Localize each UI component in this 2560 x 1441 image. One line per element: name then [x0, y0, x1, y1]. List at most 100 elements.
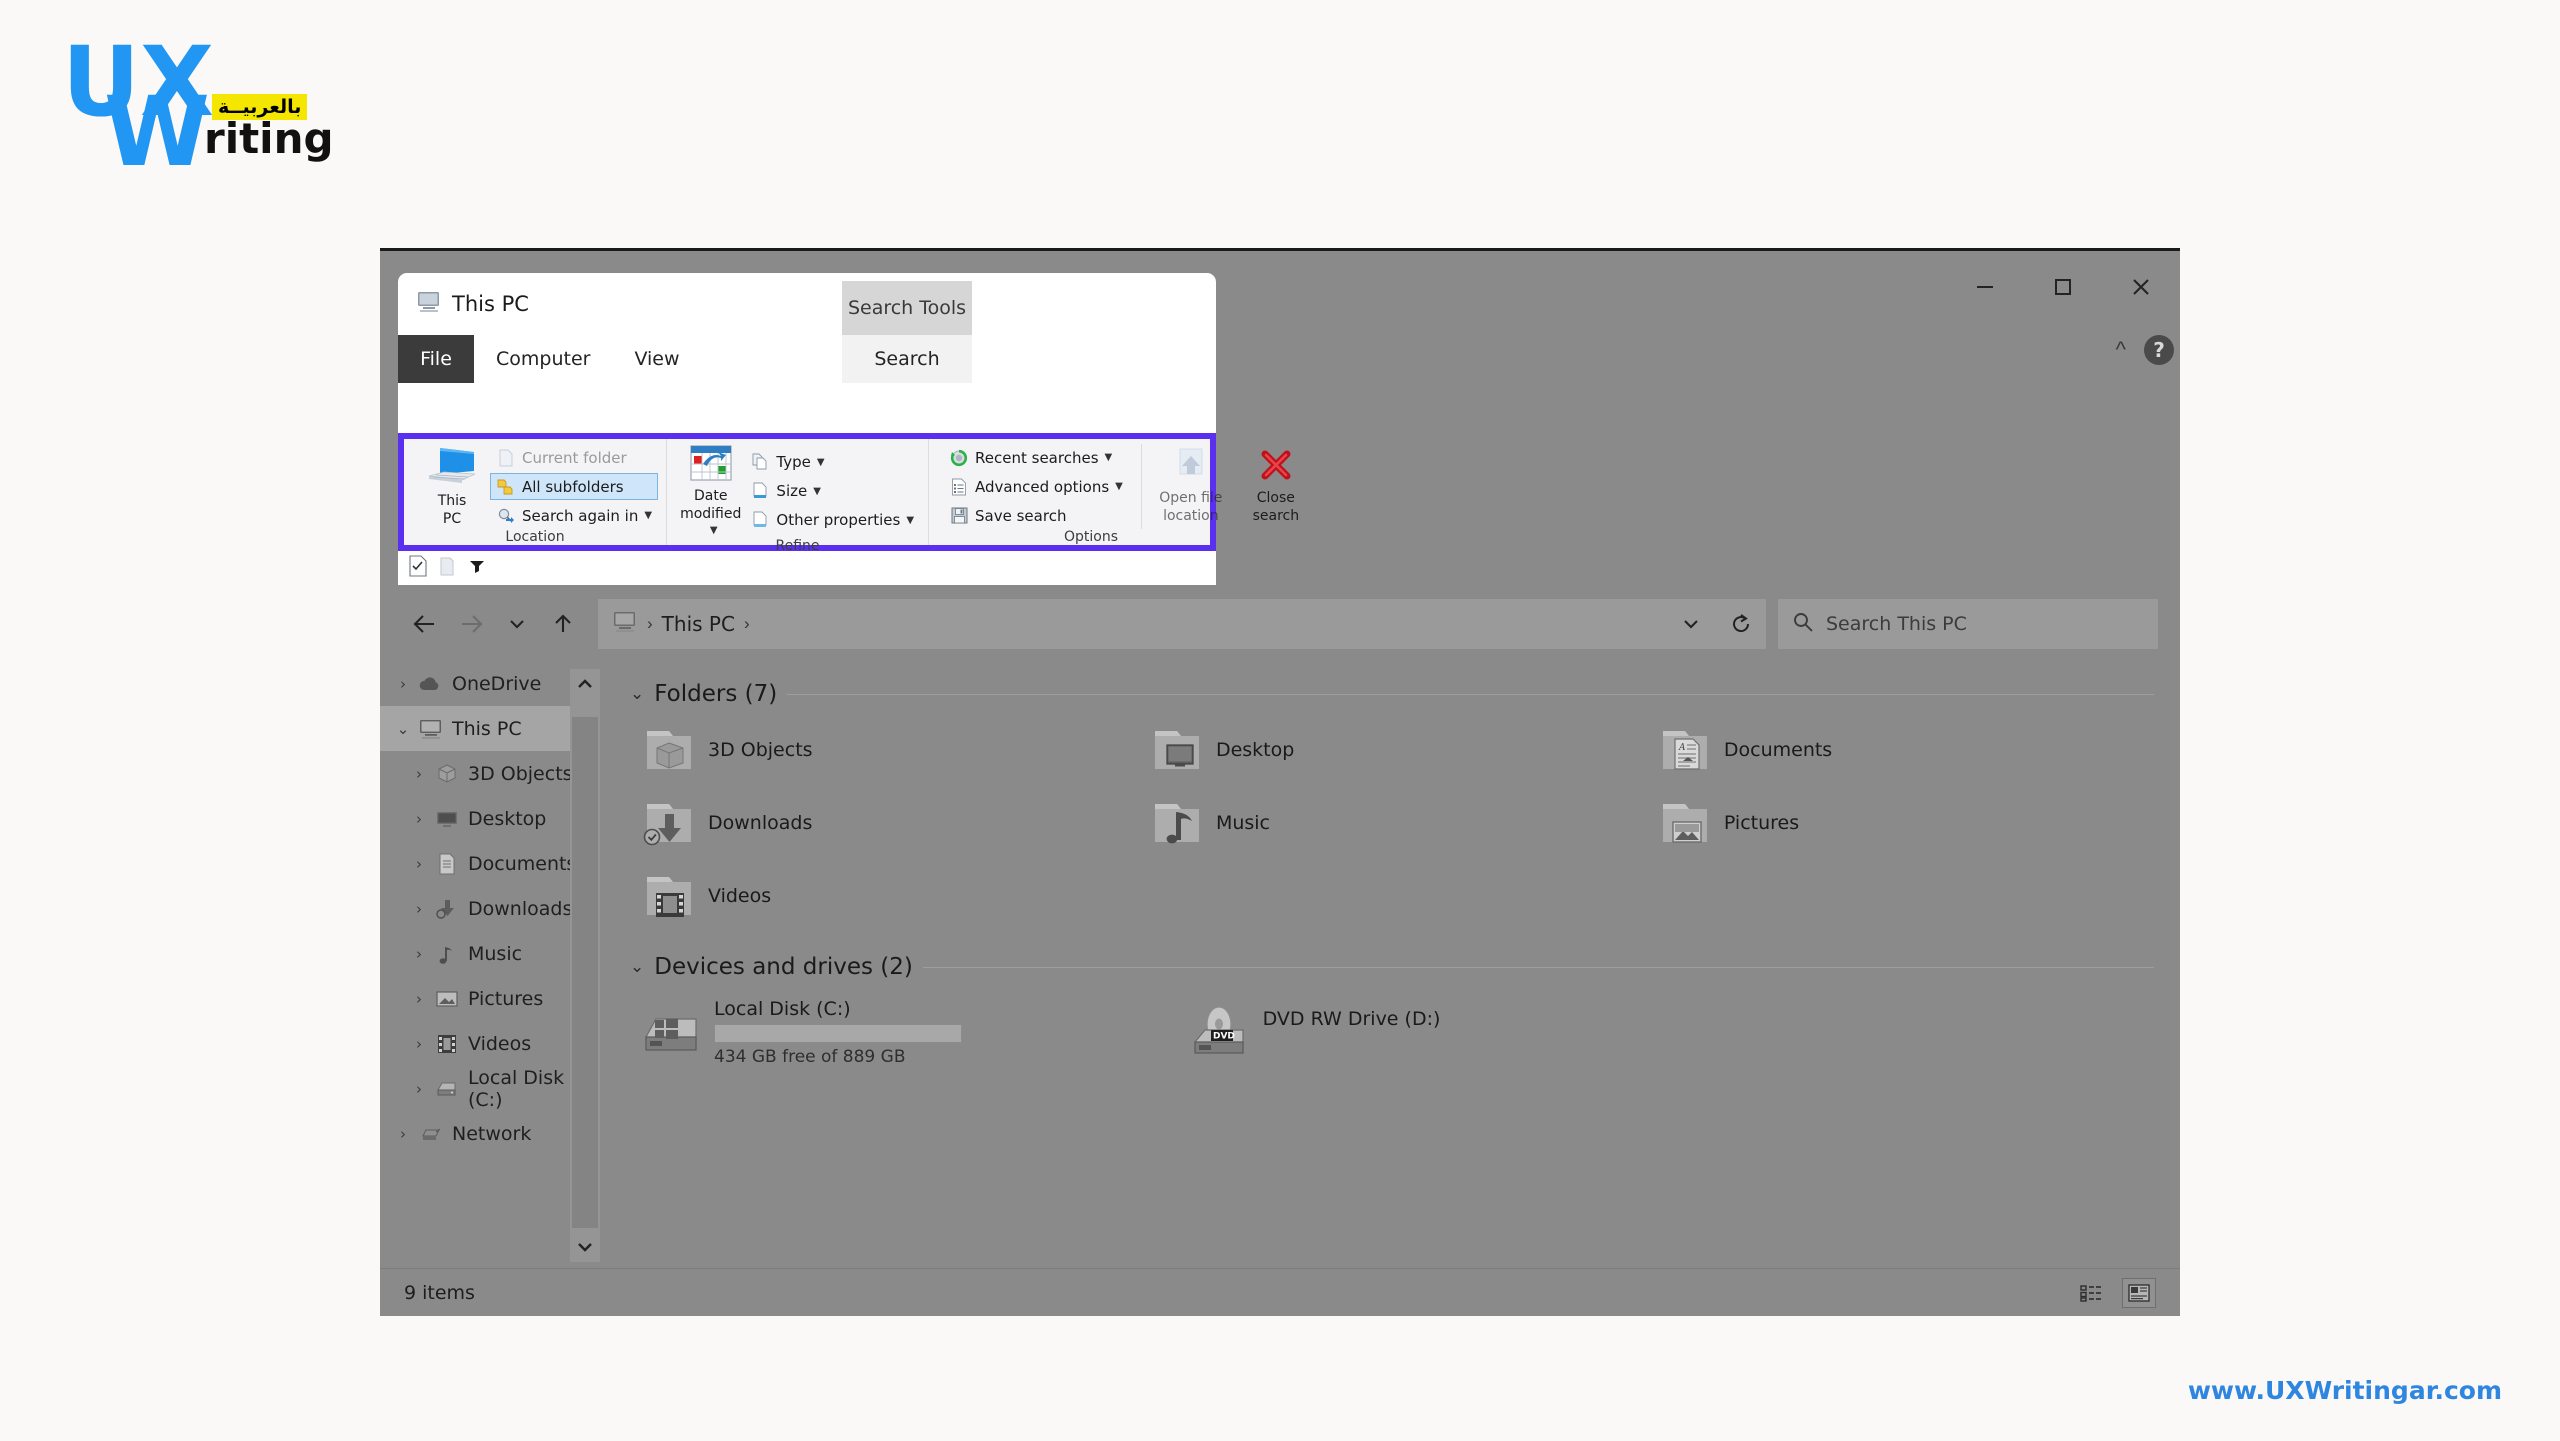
item-count: 9 items — [404, 1281, 475, 1304]
folder-item[interactable]: Pictures — [1646, 786, 2154, 859]
search-input[interactable]: Search This PC — [1778, 599, 2158, 649]
folder-item[interactable]: A Documents — [1646, 713, 2154, 786]
other-properties-button[interactable]: Other properties ▼ — [744, 507, 920, 534]
search-again-in-button[interactable]: Search again in ▼ — [490, 502, 658, 529]
drives-section-title: Devices and drives (2) — [654, 954, 913, 980]
maximize-button[interactable] — [2024, 255, 2102, 319]
this-pc-button[interactable]: This PC — [414, 445, 490, 527]
scrollbar-thumb[interactable] — [572, 717, 598, 1228]
sidebar-item-downloads[interactable]: › Downloads — [380, 886, 600, 931]
chevron-down-icon[interactable]: ⌄ — [630, 684, 644, 704]
chevron-right-icon[interactable]: › — [406, 1080, 432, 1098]
sidebar-item-pictures[interactable]: › Pictures — [380, 976, 600, 1021]
chevron-right-icon[interactable]: › — [390, 675, 416, 693]
address-dropdown-button[interactable] — [1666, 599, 1716, 649]
folder-label: 3D Objects — [708, 738, 813, 761]
sidebar-item-this-pc[interactable]: ⌄ This PC — [380, 706, 600, 751]
chevron-right-icon[interactable]: › — [406, 900, 432, 918]
logo-riting-text: riting — [204, 114, 334, 163]
svg-text:A: A — [1678, 743, 1686, 753]
contextual-tab-group-label: Search Tools — [842, 281, 972, 335]
folder-item[interactable]: Downloads — [630, 786, 1138, 859]
drive-label: DVD RW Drive (D:) — [1262, 1008, 1441, 1030]
close-button[interactable] — [2102, 255, 2180, 319]
recent-searches-button[interactable]: Recent searches ▼ — [943, 444, 1129, 471]
search-icon — [1792, 611, 1814, 638]
size-filter-button[interactable]: Size ▼ — [744, 478, 920, 505]
close-search-button[interactable]: Close search — [1234, 448, 1318, 524]
sidebar-item-documents[interactable]: › Documents — [380, 841, 600, 886]
brand-logo: U X W بالعربيــة riting — [62, 34, 334, 180]
type-icon — [750, 452, 770, 472]
folders-section-header[interactable]: ⌄ Folders (7) — [630, 681, 2154, 707]
folder-3dobjects-icon — [630, 725, 708, 775]
status-bar: 9 items — [380, 1268, 2180, 1316]
chevron-down-icon[interactable]: ⌄ — [390, 720, 416, 738]
chevron-down-icon[interactable]: ⌄ — [630, 957, 644, 977]
sidebar-item-onedrive[interactable]: › OneDrive — [380, 661, 600, 706]
breadcrumb[interactable]: › This PC › — [598, 599, 1666, 649]
scroll-up-icon[interactable] — [576, 669, 594, 699]
customize-qat-icon[interactable] — [468, 558, 486, 579]
chevron-right-icon[interactable]: › — [406, 990, 432, 1008]
sidebar-item-3d-objects[interactable]: › 3D Objects — [380, 751, 600, 796]
help-icon[interactable]: ? — [2144, 335, 2174, 365]
chevron-right-icon[interactable]: › — [406, 855, 432, 873]
sidebar-label-onedrive: OneDrive — [452, 672, 542, 695]
chevron-right-icon[interactable]: › — [406, 810, 432, 828]
folder-item[interactable]: Desktop — [1138, 713, 1646, 786]
window-title: This PC — [452, 292, 529, 316]
details-view-icon[interactable] — [2074, 1278, 2108, 1308]
breadcrumb-separator-1[interactable]: › — [647, 614, 653, 634]
open-file-location-button[interactable]: Open file location — [1148, 448, 1234, 524]
all-subfolders-button[interactable]: All subfolders — [490, 473, 659, 500]
ribbon-content: This PC Current folder All subfolders Se… — [404, 439, 1299, 554]
footer-website-url[interactable]: www.UXWritingar.com — [2188, 1376, 2502, 1405]
sidebar-item-music[interactable]: › Music — [380, 931, 600, 976]
properties-icon[interactable] — [408, 554, 428, 582]
forward-button[interactable] — [448, 601, 494, 647]
collapse-ribbon-icon[interactable]: ^ — [2116, 339, 2126, 361]
scroll-down-icon[interactable] — [576, 1232, 594, 1262]
folder-item[interactable]: 3D Objects — [630, 713, 1138, 786]
tab-view[interactable]: View — [612, 335, 702, 383]
drives-section-header[interactable]: ⌄ Devices and drives (2) — [630, 954, 2154, 980]
chevron-right-icon[interactable]: › — [406, 765, 432, 783]
type-filter-button[interactable]: Type ▼ — [744, 449, 920, 476]
sidebar-item-network[interactable]: › Network — [380, 1111, 600, 1156]
drive-item[interactable]: DVD DVD RW Drive (D:) — [1179, 986, 1728, 1078]
large-icons-view-icon[interactable] — [2122, 1277, 2156, 1308]
date-modified-button[interactable]: Date modified ▼ — [677, 444, 744, 538]
size-icon — [750, 481, 770, 501]
back-button[interactable] — [402, 601, 448, 647]
advanced-options-button[interactable]: Advanced options ▼ — [943, 473, 1129, 500]
sidebar-item-desktop[interactable]: › Desktop — [380, 796, 600, 841]
save-search-button[interactable]: Save search — [943, 502, 1129, 529]
sidebar-item-videos[interactable]: › Videos — [380, 1021, 600, 1066]
chevron-right-icon[interactable]: › — [406, 1035, 432, 1053]
current-folder-button[interactable]: Current folder — [490, 444, 658, 471]
tab-file[interactable]: File — [398, 335, 474, 383]
chevron-down-icon: ▼ — [709, 525, 718, 537]
folder-item[interactable]: Videos — [630, 859, 1138, 932]
tab-search[interactable]: Search — [842, 335, 972, 383]
folder-blank-icon — [496, 448, 516, 468]
chevron-right-icon[interactable]: › — [390, 1125, 416, 1143]
drive-item[interactable]: Local Disk (C:) 434 GB free of 889 GB — [630, 986, 1179, 1078]
documents-icon — [432, 853, 462, 875]
new-folder-icon[interactable] — [438, 555, 458, 582]
chevron-right-icon[interactable]: › — [406, 945, 432, 963]
window-controls — [1840, 251, 2180, 323]
refresh-button[interactable] — [1716, 599, 1766, 649]
recent-locations-button[interactable] — [494, 601, 540, 647]
minimize-button[interactable] — [1946, 255, 2024, 319]
tab-computer[interactable]: Computer — [474, 335, 613, 383]
breadcrumb-separator-2[interactable]: › — [744, 614, 750, 634]
up-button[interactable] — [540, 601, 586, 647]
dvd-drive-icon: DVD — [1179, 1004, 1263, 1060]
date-modified-label-2: modified ▼ — [680, 505, 742, 537]
breadcrumb-item-this-pc[interactable]: This PC — [662, 612, 735, 636]
sidebar-scrollbar[interactable] — [570, 669, 600, 1262]
folder-item[interactable]: Music — [1138, 786, 1646, 859]
sidebar-item-local-disk-c[interactable]: › Local Disk (C:) — [380, 1066, 600, 1111]
